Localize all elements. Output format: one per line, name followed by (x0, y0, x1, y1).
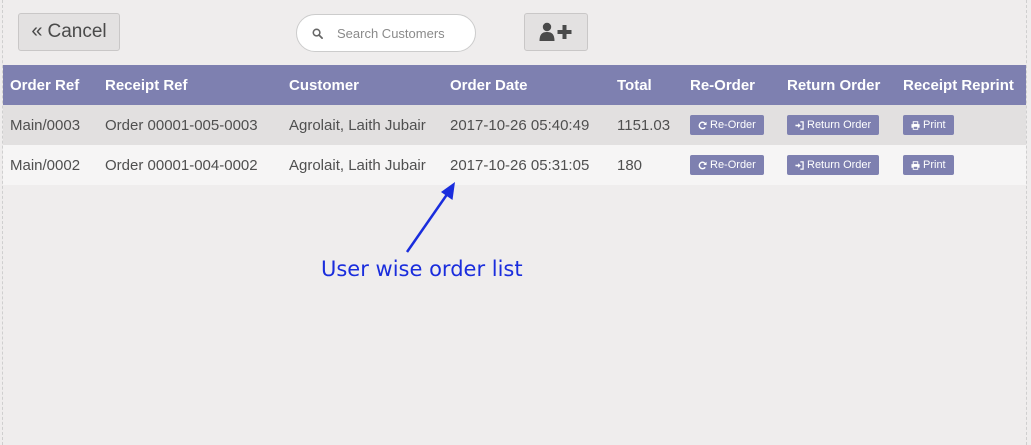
annotation-label: User wise order list (321, 257, 523, 281)
annotation-arrow (405, 182, 455, 253)
